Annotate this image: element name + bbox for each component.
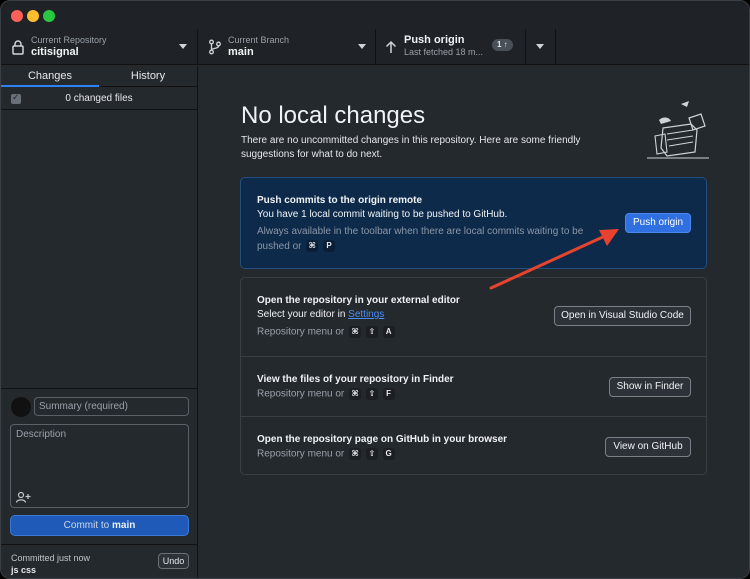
g-key: G [382, 448, 395, 460]
push-origin-label: Push origin [404, 34, 465, 46]
view-on-github-button[interactable]: View on GitHub [605, 437, 691, 457]
title-bar [1, 1, 749, 29]
no-changes-illustration [647, 101, 709, 159]
view-on-github-hint-text: Repository menu or [257, 448, 345, 460]
push-origin-toolbar-button[interactable]: Push origin Last fetched 18 m... 1 ↑ [376, 29, 526, 65]
chevron-down-icon [358, 44, 366, 49]
toolbar: Current Repository citisignal Current Br… [1, 29, 749, 65]
add-coauthor-icon[interactable] [15, 491, 31, 503]
shift-key: ⇧ [365, 326, 378, 338]
current-branch-dropdown[interactable]: Current Branch main [198, 29, 376, 65]
push-options-dropdown[interactable] [526, 29, 556, 65]
command-key: ⌘ [349, 388, 362, 400]
app-window: Current Repository citisignal Current Br… [0, 0, 750, 579]
show-in-finder-hint-text: Repository menu or [257, 388, 345, 400]
open-in-vscode-button[interactable]: Open in Visual Studio Code [554, 306, 691, 326]
current-branch-name: main [228, 46, 254, 58]
show-in-finder-button[interactable]: Show in Finder [609, 377, 691, 397]
f-key: F [382, 388, 395, 400]
show-in-finder-title: View the files of your repository in Fin… [257, 374, 454, 385]
a-key: A [382, 326, 395, 338]
minimize-window-button[interactable] [27, 10, 39, 22]
suggestions-card: Open the repository in your external edi… [240, 277, 707, 475]
open-editor-title: Open the repository in your external edi… [257, 295, 460, 306]
view-on-github-title: Open the repository page on GitHub in yo… [257, 434, 508, 445]
main-content: No local changes There are no uncommitte… [199, 66, 749, 578]
open-editor-hint: Repository menu or ⌘ ⇧ A [257, 326, 395, 338]
shift-key: ⇧ [365, 388, 378, 400]
push-commits-card: Push commits to the origin remote You ha… [240, 177, 707, 269]
shift-key: ⇧ [365, 448, 378, 460]
chevron-down-icon [179, 44, 187, 49]
sidebar-tabs: Changes History [1, 66, 197, 87]
last-commit-time: Committed just now [11, 553, 91, 563]
current-repository-name: citisignal [31, 46, 79, 58]
commit-description-input[interactable] [10, 424, 189, 508]
chevron-down-icon [536, 44, 544, 49]
push-card-description: You have 1 local commit waiting to be pu… [257, 209, 508, 220]
commit-button-prefix: Commit to [63, 520, 112, 531]
lock-icon [12, 40, 24, 55]
p-key: P [323, 240, 336, 253]
page-title: No local changes [241, 102, 426, 129]
open-editor-row: Open the repository in your external edi… [241, 278, 706, 356]
current-branch-label: Current Branch [228, 35, 290, 45]
open-editor-description-text: Select your editor in [257, 309, 349, 320]
view-on-github-row: Open the repository page on GitHub in yo… [241, 416, 706, 475]
open-editor-description: Select your editor in Settings [257, 309, 384, 320]
undo-button[interactable]: Undo [158, 553, 189, 569]
arrow-up-icon [385, 40, 397, 53]
open-editor-hint-text: Repository menu or [257, 326, 345, 338]
last-fetched-text: Last fetched 18 m... [404, 47, 484, 57]
current-repository-label: Current Repository [31, 35, 107, 45]
avatar [11, 397, 31, 417]
last-commit-message: js css [11, 565, 37, 575]
commit-button-branch: main [112, 520, 136, 531]
show-in-finder-hint: Repository menu or ⌘ ⇧ F [257, 388, 395, 400]
push-origin-button[interactable]: Push origin [625, 213, 691, 233]
settings-link[interactable]: Settings [348, 309, 384, 320]
command-key: ⌘ [349, 448, 362, 460]
current-repository-dropdown[interactable]: Current Repository citisignal [1, 29, 198, 65]
show-in-finder-row: View the files of your repository in Fin… [241, 356, 706, 416]
page-subtitle: There are no uncommitted changes in this… [241, 135, 581, 160]
commits-ahead-badge: 1 ↑ [492, 39, 513, 51]
git-branch-icon [209, 39, 221, 55]
changed-files-count: 0 changed files [65, 93, 133, 104]
tab-changes[interactable]: Changes [1, 66, 99, 87]
zoom-window-button[interactable] [43, 10, 55, 22]
last-commit-panel: Committed just now js css Undo [1, 544, 197, 578]
tab-history[interactable]: History [99, 66, 197, 87]
close-window-button[interactable] [11, 10, 23, 22]
commit-summary-input[interactable] [34, 397, 189, 416]
annotation-arrow-icon [489, 229, 619, 290]
changed-files-header: 0 changed files [1, 88, 197, 110]
command-key: ⌘ [306, 240, 319, 253]
sidebar: Changes History 0 changed files Commit t… [1, 66, 198, 578]
command-key: ⌘ [349, 326, 362, 338]
commit-button[interactable]: Commit to main [10, 515, 189, 536]
commit-form: Commit to main [1, 388, 197, 544]
view-on-github-hint: Repository menu or ⌘ ⇧ G [257, 448, 395, 460]
push-card-title: Push commits to the origin remote [257, 195, 423, 206]
